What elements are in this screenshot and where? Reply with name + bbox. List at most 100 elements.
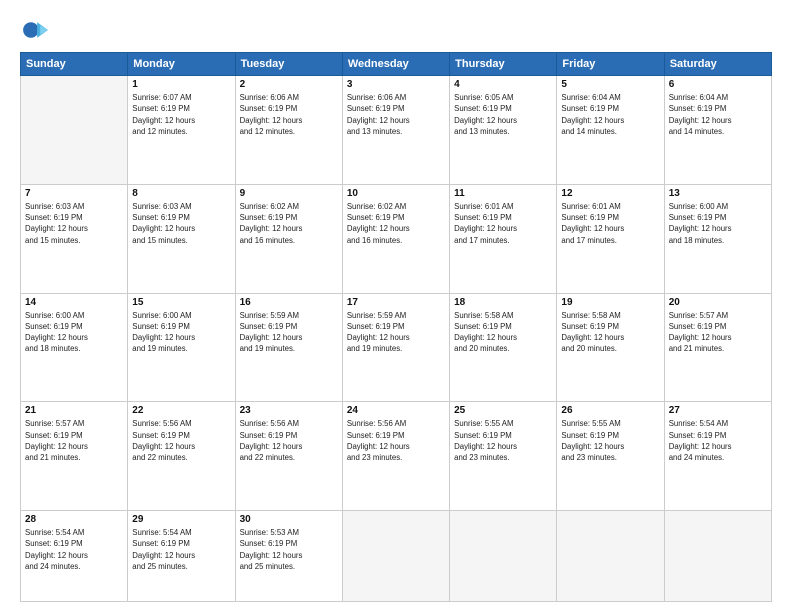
calendar-cell: 26 Sunrise: 5:55 AM Sunset: 6:19 PM Dayli…	[557, 402, 664, 511]
calendar-cell: 8 Sunrise: 6:03 AM Sunset: 6:19 PM Daylig…	[128, 184, 235, 293]
day-header-wednesday: Wednesday	[342, 53, 449, 76]
calendar-cell	[664, 511, 771, 602]
day-info: Sunrise: 5:56 AM Sunset: 6:19 PM Dayligh…	[240, 418, 338, 463]
day-info: Sunrise: 5:54 AM Sunset: 6:19 PM Dayligh…	[669, 418, 767, 463]
day-number: 5	[561, 79, 659, 90]
day-number: 11	[454, 188, 552, 199]
calendar-cell: 29 Sunrise: 5:54 AM Sunset: 6:19 PM Dayli…	[128, 511, 235, 602]
day-info: Sunrise: 5:54 AM Sunset: 6:19 PM Dayligh…	[132, 527, 230, 572]
day-number: 15	[132, 297, 230, 308]
calendar-cell	[450, 511, 557, 602]
calendar-cell: 4 Sunrise: 6:05 AM Sunset: 6:19 PM Daylig…	[450, 76, 557, 185]
day-info: Sunrise: 6:05 AM Sunset: 6:19 PM Dayligh…	[454, 92, 552, 137]
day-info: Sunrise: 6:00 AM Sunset: 6:19 PM Dayligh…	[669, 201, 767, 246]
day-number: 17	[347, 297, 445, 308]
calendar-cell: 7 Sunrise: 6:03 AM Sunset: 6:19 PM Daylig…	[21, 184, 128, 293]
day-number: 10	[347, 188, 445, 199]
day-info: Sunrise: 6:03 AM Sunset: 6:19 PM Dayligh…	[132, 201, 230, 246]
day-info: Sunrise: 6:01 AM Sunset: 6:19 PM Dayligh…	[454, 201, 552, 246]
calendar-cell: 22 Sunrise: 5:56 AM Sunset: 6:19 PM Dayli…	[128, 402, 235, 511]
calendar-week-row: 21Sunrise: 5:57 AM Sunset: 6:19 PM Dayli…	[21, 402, 772, 511]
day-number: 4	[454, 79, 552, 90]
calendar-cell: 18 Sunrise: 5:58 AM Sunset: 6:19 PM Dayli…	[450, 293, 557, 402]
day-header-saturday: Saturday	[664, 53, 771, 76]
logo-icon	[20, 16, 48, 44]
day-info: Sunrise: 6:06 AM Sunset: 6:19 PM Dayligh…	[347, 92, 445, 137]
day-info: Sunrise: 6:04 AM Sunset: 6:19 PM Dayligh…	[669, 92, 767, 137]
day-info: Sunrise: 5:58 AM Sunset: 6:19 PM Dayligh…	[454, 310, 552, 355]
day-info: Sunrise: 6:00 AM Sunset: 6:19 PM Dayligh…	[132, 310, 230, 355]
day-number: 8	[132, 188, 230, 199]
calendar-week-row: 1 Sunrise: 6:07 AM Sunset: 6:19 PM Daylig…	[21, 76, 772, 185]
day-info: Sunrise: 6:00 AM Sunset: 6:19 PM Dayligh…	[25, 310, 123, 355]
day-number: 23	[240, 405, 338, 416]
day-number: 12	[561, 188, 659, 199]
calendar-cell: 14 Sunrise: 6:00 AM Sunset: 6:19 PM Dayli…	[21, 293, 128, 402]
calendar-cell: 13 Sunrise: 6:00 AM Sunset: 6:19 PM Dayli…	[664, 184, 771, 293]
day-info: Sunrise: 5:55 AM Sunset: 6:19 PM Dayligh…	[454, 418, 552, 463]
day-info: Sunrise: 5:54 AM Sunset: 6:19 PM Dayligh…	[25, 527, 123, 572]
day-number: 24	[347, 405, 445, 416]
calendar-week-row: 28 Sunrise: 5:54 AM Sunset: 6:19 PM Dayli…	[21, 511, 772, 602]
day-number: 22	[132, 405, 230, 416]
calendar-cell: 19 Sunrise: 5:58 AM Sunset: 6:19 PM Dayli…	[557, 293, 664, 402]
header	[20, 16, 772, 44]
calendar-cell: 27 Sunrise: 5:54 AM Sunset: 6:19 PM Dayli…	[664, 402, 771, 511]
day-info: Sunrise: 5:55 AM Sunset: 6:19 PM Dayligh…	[561, 418, 659, 463]
day-number: 2	[240, 79, 338, 90]
logo	[20, 16, 52, 44]
calendar-cell: 5 Sunrise: 6:04 AM Sunset: 6:19 PM Daylig…	[557, 76, 664, 185]
calendar-cell	[342, 511, 449, 602]
day-header-monday: Monday	[128, 53, 235, 76]
calendar-cell: 10 Sunrise: 6:02 AM Sunset: 6:19 PM Dayli…	[342, 184, 449, 293]
day-number: 30	[240, 514, 338, 525]
day-info: Sunrise: 5:59 AM Sunset: 6:19 PM Dayligh…	[240, 310, 338, 355]
calendar-week-row: 14 Sunrise: 6:00 AM Sunset: 6:19 PM Dayli…	[21, 293, 772, 402]
day-number: 26	[561, 405, 659, 416]
calendar-week-row: 7 Sunrise: 6:03 AM Sunset: 6:19 PM Daylig…	[21, 184, 772, 293]
day-number: 16	[240, 297, 338, 308]
day-info: Sunrise: 6:02 AM Sunset: 6:19 PM Dayligh…	[347, 201, 445, 246]
calendar-cell: 2Sunrise: 6:06 AM Sunset: 6:19 PM Daylig…	[235, 76, 342, 185]
day-number: 14	[25, 297, 123, 308]
calendar-cell: 11 Sunrise: 6:01 AM Sunset: 6:19 PM Dayli…	[450, 184, 557, 293]
calendar-table: SundayMondayTuesdayWednesdayThursdayFrid…	[20, 52, 772, 602]
day-number: 1	[132, 79, 230, 90]
day-info: Sunrise: 6:04 AM Sunset: 6:19 PM Dayligh…	[561, 92, 659, 137]
day-number: 3	[347, 79, 445, 90]
calendar-cell: 1 Sunrise: 6:07 AM Sunset: 6:19 PM Daylig…	[128, 76, 235, 185]
calendar-cell: 15 Sunrise: 6:00 AM Sunset: 6:19 PM Dayli…	[128, 293, 235, 402]
day-number: 29	[132, 514, 230, 525]
calendar-cell: 25 Sunrise: 5:55 AM Sunset: 6:19 PM Dayli…	[450, 402, 557, 511]
day-number: 21	[25, 405, 123, 416]
day-info: Sunrise: 6:03 AM Sunset: 6:19 PM Dayligh…	[25, 201, 123, 246]
day-info: Sunrise: 5:57 AM Sunset: 6:19 PM Dayligh…	[669, 310, 767, 355]
day-header-tuesday: Tuesday	[235, 53, 342, 76]
calendar-cell	[557, 511, 664, 602]
day-number: 6	[669, 79, 767, 90]
calendar-cell: 23 Sunrise: 5:56 AM Sunset: 6:19 PM Dayli…	[235, 402, 342, 511]
day-info: Sunrise: 5:56 AM Sunset: 6:19 PM Dayligh…	[132, 418, 230, 463]
day-number: 13	[669, 188, 767, 199]
calendar-cell: 9Sunrise: 6:02 AM Sunset: 6:19 PM Daylig…	[235, 184, 342, 293]
day-number: 28	[25, 514, 123, 525]
calendar-cell: 24Sunrise: 5:56 AM Sunset: 6:19 PM Dayli…	[342, 402, 449, 511]
day-info: Sunrise: 6:07 AM Sunset: 6:19 PM Dayligh…	[132, 92, 230, 137]
day-number: 19	[561, 297, 659, 308]
calendar-cell: 30Sunrise: 5:53 AM Sunset: 6:19 PM Dayli…	[235, 511, 342, 602]
day-number: 20	[669, 297, 767, 308]
calendar-header-row: SundayMondayTuesdayWednesdayThursdayFrid…	[21, 53, 772, 76]
day-info: Sunrise: 6:02 AM Sunset: 6:19 PM Dayligh…	[240, 201, 338, 246]
page: SundayMondayTuesdayWednesdayThursdayFrid…	[0, 0, 792, 612]
calendar-cell: 6 Sunrise: 6:04 AM Sunset: 6:19 PM Daylig…	[664, 76, 771, 185]
day-number: 27	[669, 405, 767, 416]
day-header-sunday: Sunday	[21, 53, 128, 76]
calendar-cell: 3 Sunrise: 6:06 AM Sunset: 6:19 PM Daylig…	[342, 76, 449, 185]
day-number: 25	[454, 405, 552, 416]
calendar-cell: 21Sunrise: 5:57 AM Sunset: 6:19 PM Dayli…	[21, 402, 128, 511]
day-number: 7	[25, 188, 123, 199]
day-info: Sunrise: 5:59 AM Sunset: 6:19 PM Dayligh…	[347, 310, 445, 355]
day-number: 18	[454, 297, 552, 308]
day-header-thursday: Thursday	[450, 53, 557, 76]
day-info: Sunrise: 5:58 AM Sunset: 6:19 PM Dayligh…	[561, 310, 659, 355]
